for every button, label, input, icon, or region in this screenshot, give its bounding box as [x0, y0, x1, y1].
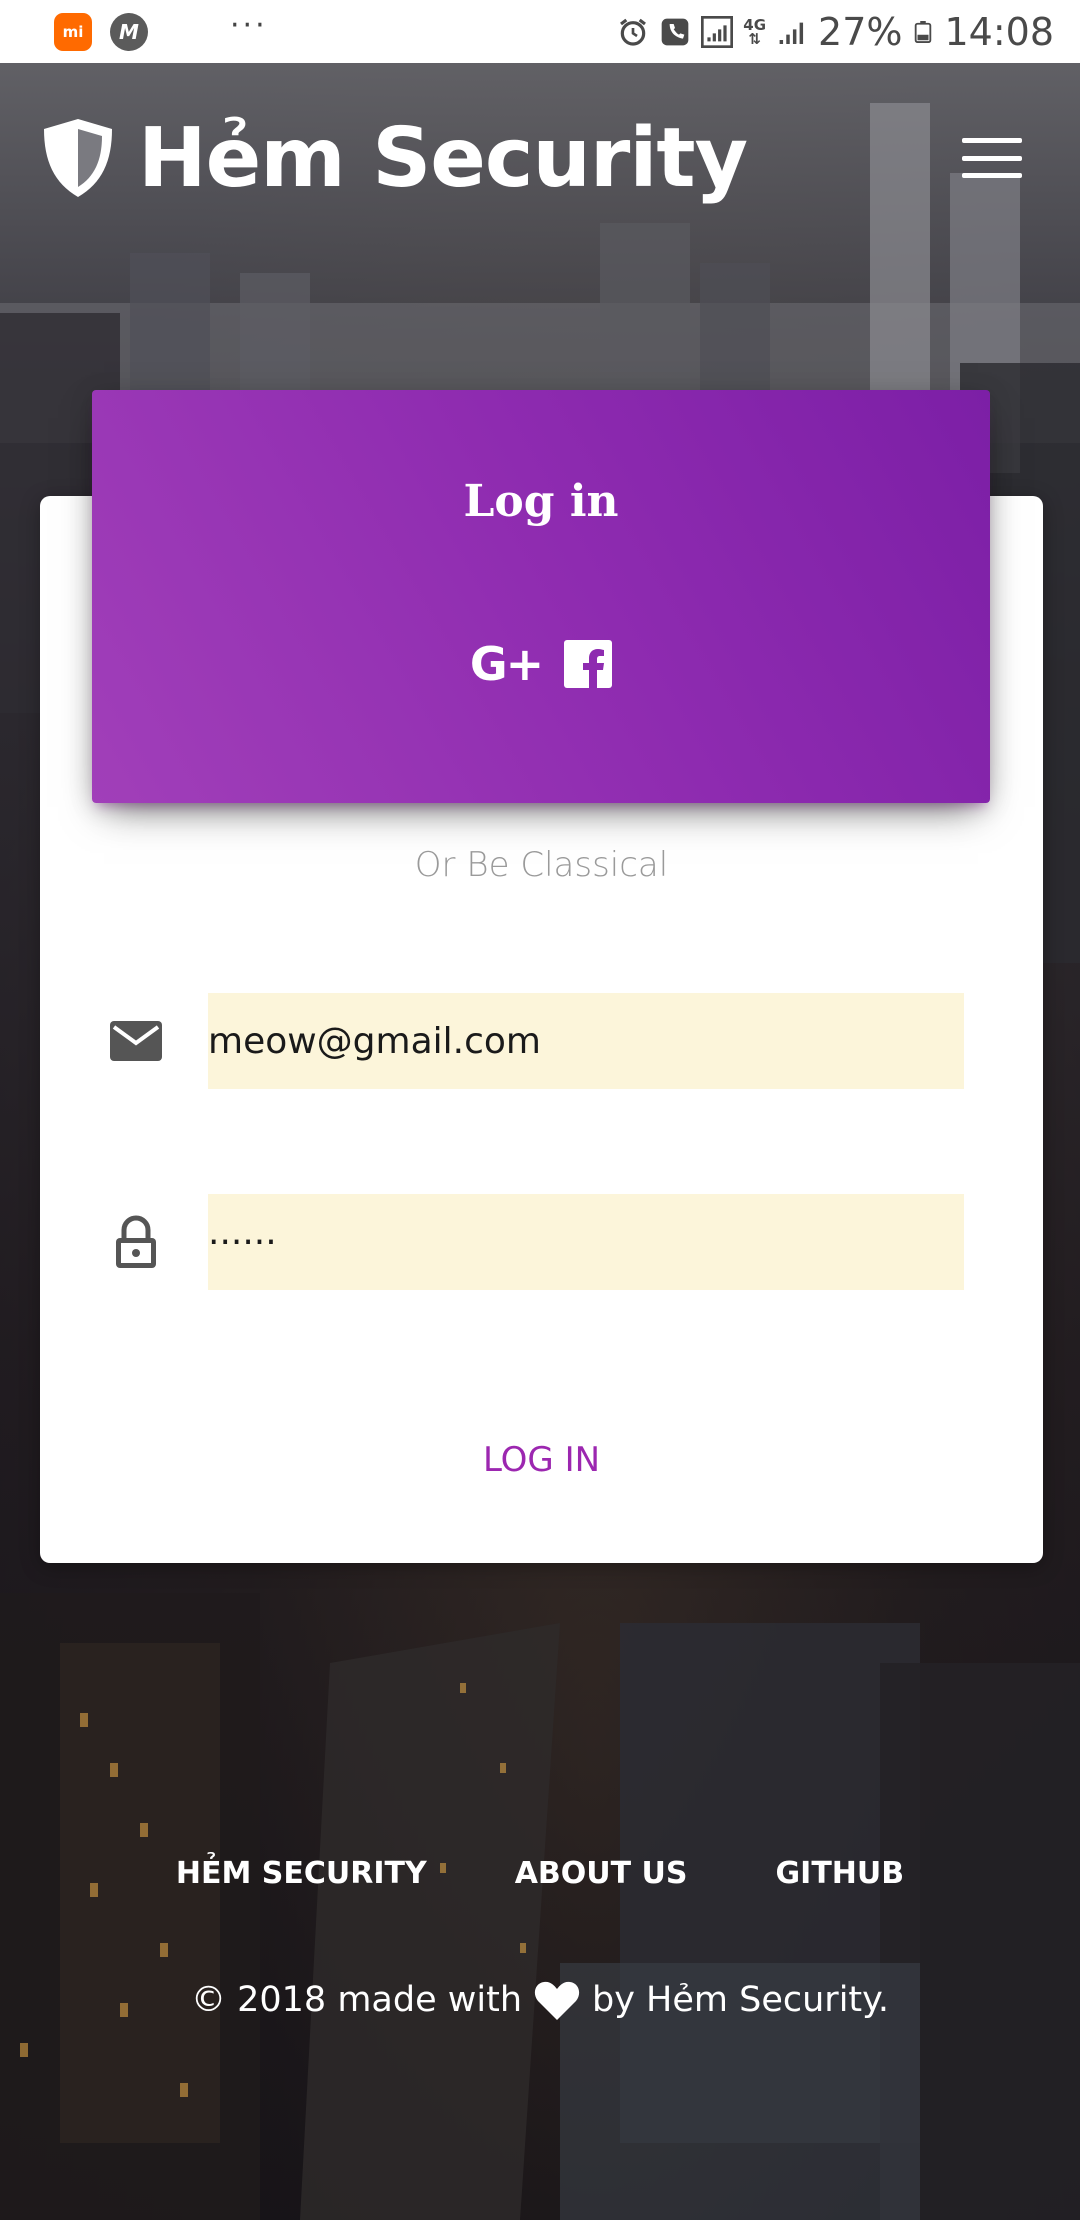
brand-title: Hẻm Security — [138, 110, 748, 206]
copyright-text-end: by Hẻm Security. — [592, 1980, 889, 2020]
footer-link-about-us[interactable]: ABOUT US — [515, 1856, 688, 1891]
menu-icon[interactable] — [962, 138, 1022, 178]
more-notifications-icon: ··· — [230, 7, 268, 43]
clock: 14:08 — [944, 9, 1054, 54]
password-field — [108, 1194, 964, 1290]
battery-percent: 27% — [818, 9, 903, 54]
login-title: Log in — [463, 476, 619, 527]
footer-link-hem-security[interactable]: HẺM SECURITY — [176, 1856, 427, 1891]
copyright: © 2018 made with by Hẻm Security. — [0, 1980, 1080, 2020]
email-field — [108, 993, 964, 1089]
footer-nav: HẺM SECURITY ABOUT US GITHUB — [0, 1856, 1080, 1891]
login-button[interactable]: LOG IN — [40, 1440, 1043, 1480]
lock-icon — [116, 1215, 156, 1268]
mi-app-icon: mi — [54, 12, 92, 51]
shield-icon — [44, 119, 112, 197]
alarm-icon — [620, 18, 647, 46]
battery-icon — [915, 20, 932, 43]
network-type: 4G ⇅ — [743, 15, 767, 48]
footer-link-github[interactable]: GITHUB — [776, 1856, 905, 1891]
google-plus-icon[interactable]: G+ — [470, 641, 544, 687]
social-login: G+ — [92, 640, 990, 688]
copyright-text-start: © 2018 made with — [191, 1980, 522, 2020]
signal-strength-icon — [779, 22, 804, 44]
signal-icon — [701, 15, 734, 48]
m-app-icon: M — [110, 12, 148, 51]
top-navbar: Hẻm Security — [0, 63, 1080, 253]
alt-login-subtitle: Or Be Classical — [414, 845, 669, 885]
status-bar: mi M ··· 4G ⇅ 27% 14:08 — [0, 0, 1080, 63]
heart-icon — [534, 1981, 580, 2020]
facebook-icon[interactable] — [564, 640, 613, 688]
call-icon — [661, 18, 689, 45]
email-input[interactable] — [208, 993, 964, 1089]
email-icon — [110, 1021, 162, 1061]
password-input[interactable] — [208, 1194, 964, 1290]
brand[interactable]: Hẻm Security — [40, 110, 748, 206]
login-card-header: Log in G+ — [92, 390, 990, 803]
